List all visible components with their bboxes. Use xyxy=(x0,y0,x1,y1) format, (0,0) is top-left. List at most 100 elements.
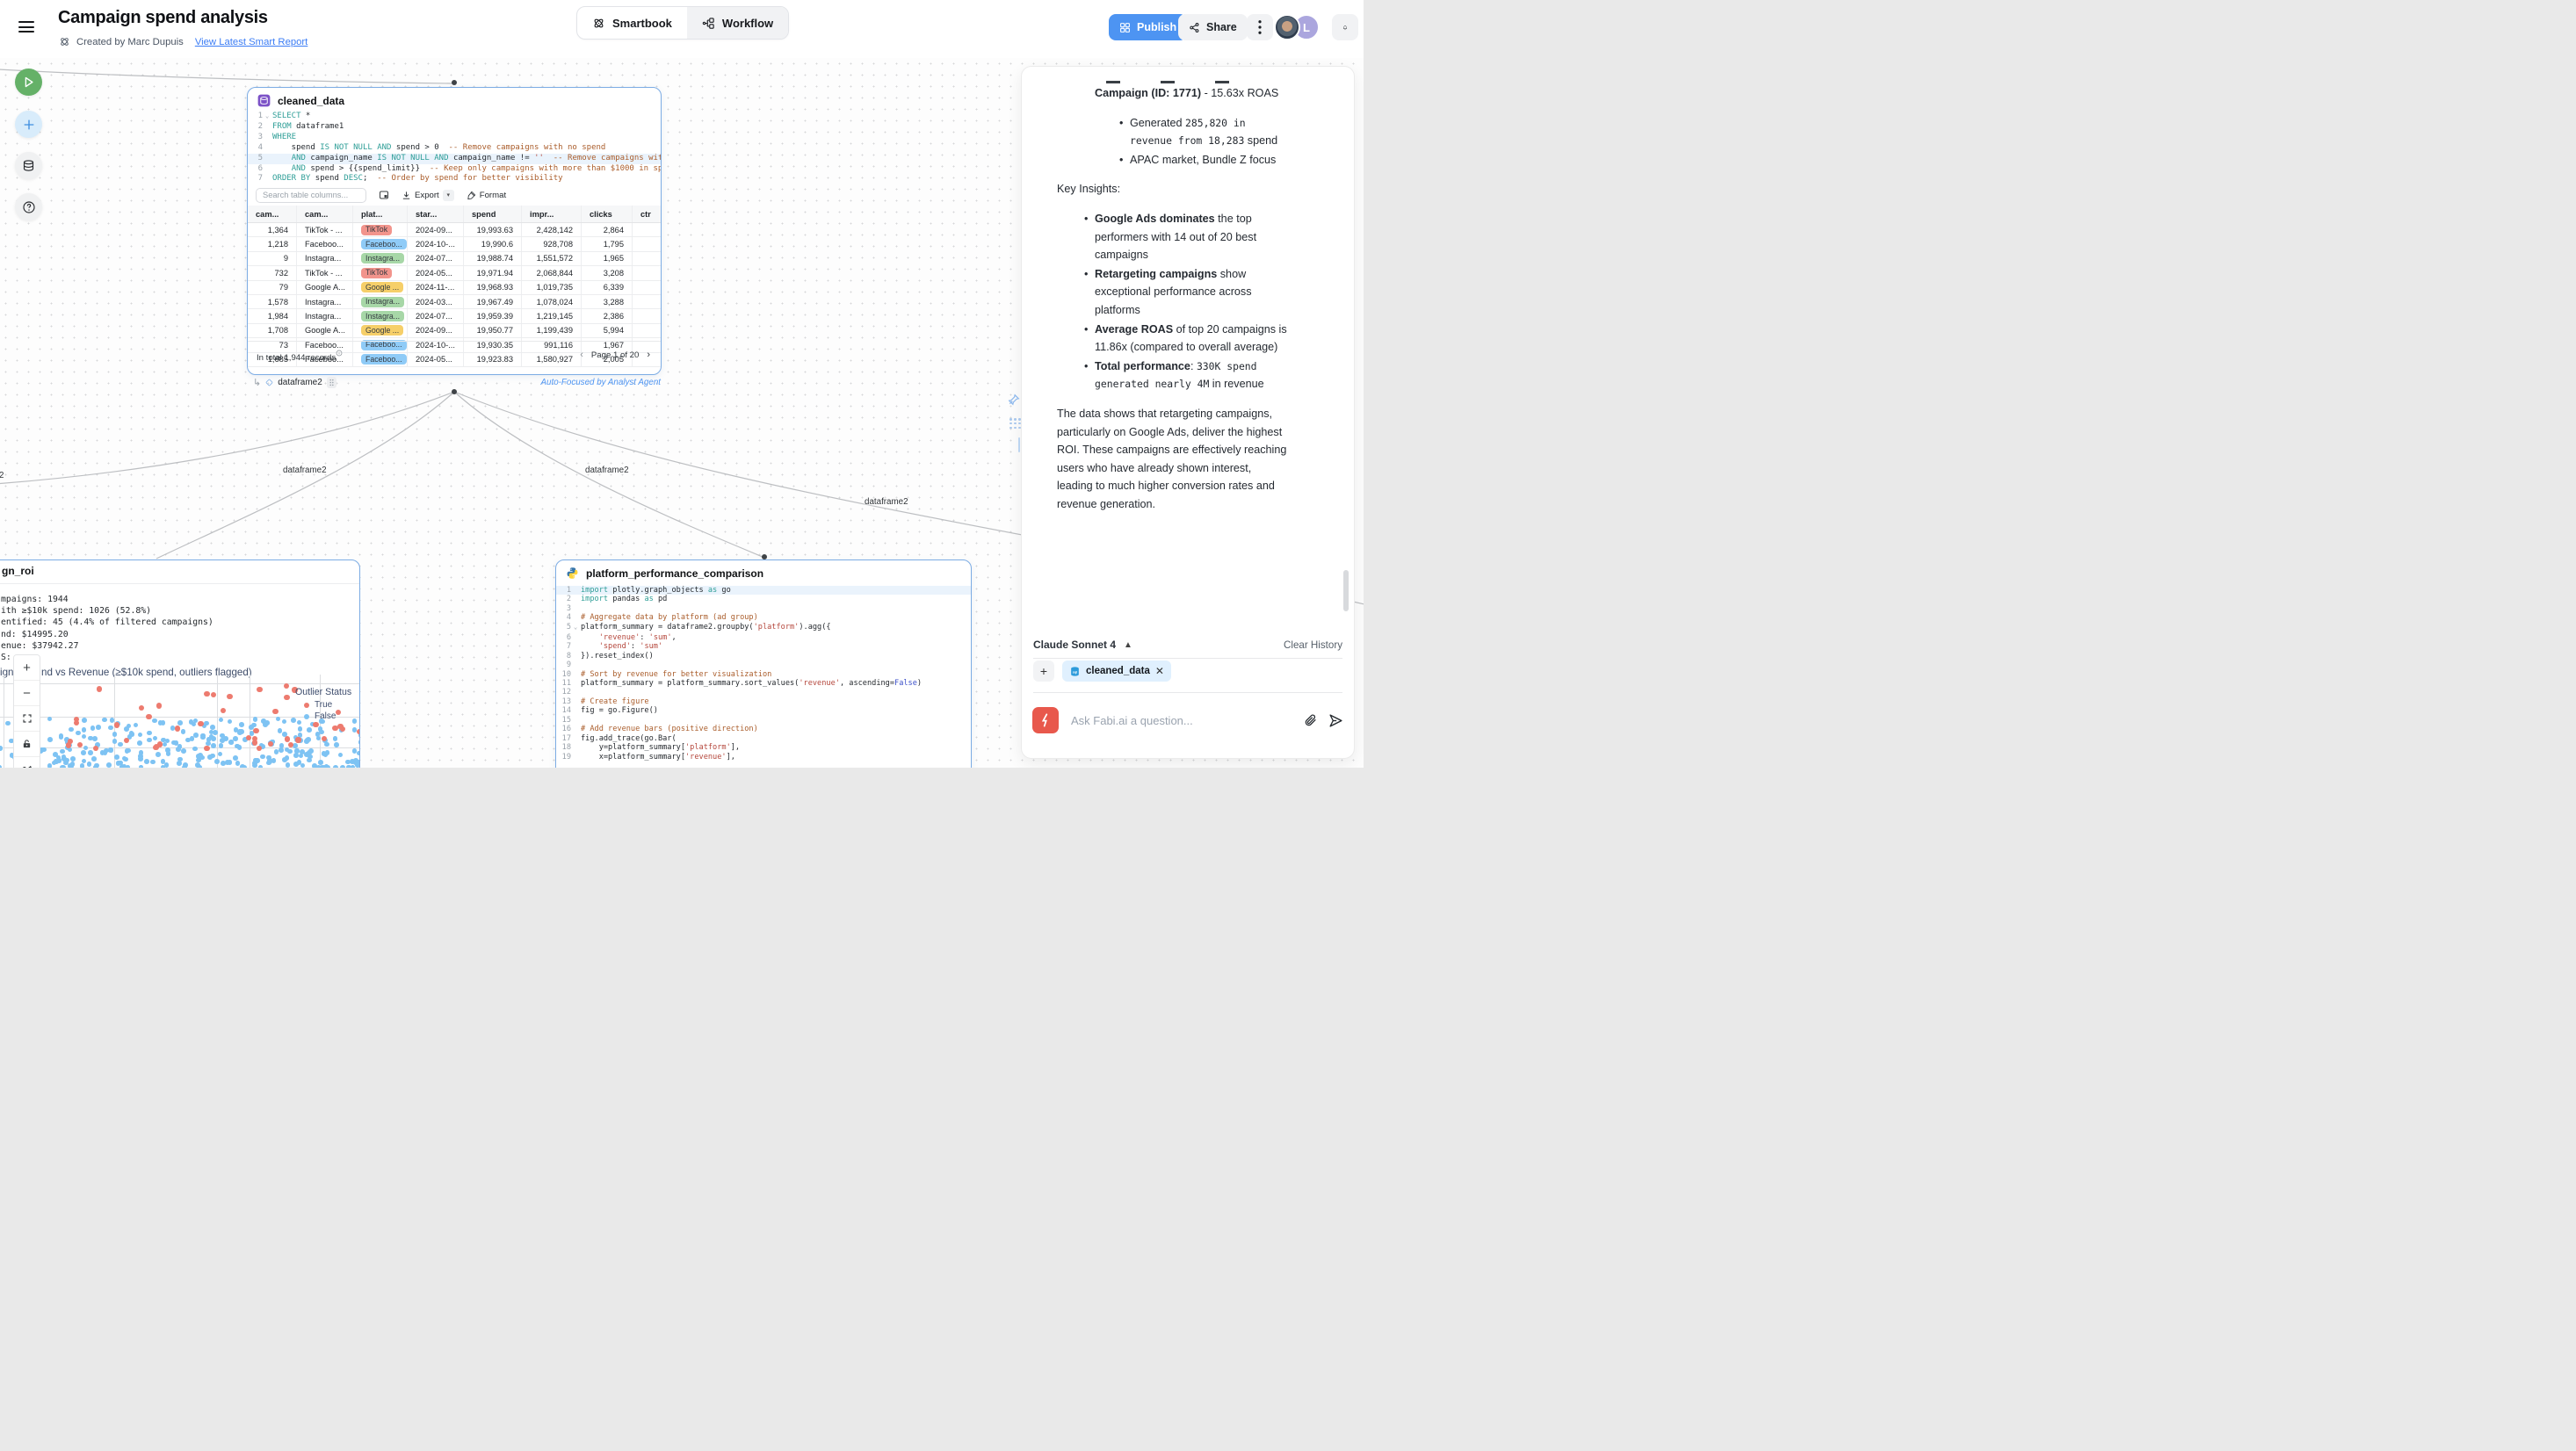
code-line[interactable]: 7ORDER BY spend DESC; -- Order by spend … xyxy=(248,174,662,184)
sql-code-editor[interactable]: 1⌄SELECT *2FROM dataframe13WHERE4 spend … xyxy=(248,112,662,184)
code-line[interactable]: 17fig.add_trace(go.Bar( xyxy=(556,734,972,743)
model-selector[interactable]: Claude Sonnet 4 ▲ xyxy=(1033,639,1132,651)
dataframe-output-chip[interactable]: ↳ dataframe2 xyxy=(253,377,336,388)
tab-smartbook[interactable]: Smartbook xyxy=(577,7,687,39)
code-line[interactable]: 5 AND campaign_name IS NOT NULL AND camp… xyxy=(248,154,662,164)
pin-panel-icon[interactable] xyxy=(1008,393,1020,410)
scatter-point-false xyxy=(76,731,81,736)
edge-label: dataframe2 xyxy=(865,497,908,507)
dataframe-chip-handle[interactable] xyxy=(327,377,336,388)
context-chip-cleaned-data[interactable]: sql cleaned_data ✕ xyxy=(1062,661,1171,682)
help-button[interactable] xyxy=(15,193,42,220)
assistant-message-scroll[interactable]: Campaign (ID: 1771) - 15.63x ROASGenerat… xyxy=(1022,67,1354,629)
panel-resize-handle[interactable] xyxy=(1018,437,1020,452)
edge-label: dataframe2 xyxy=(283,466,327,475)
code-line[interactable]: 3WHERE xyxy=(248,133,662,143)
table-cell: 1,078,024 xyxy=(522,295,582,308)
zoom-in-button[interactable]: + xyxy=(14,655,40,681)
code-line[interactable]: 9 xyxy=(556,661,972,669)
drag-dots-icon xyxy=(329,379,335,386)
column-header[interactable]: spend xyxy=(464,206,522,222)
code-line[interactable]: 6 'revenue': 'sum', xyxy=(556,633,972,642)
sql-table-icon: sql xyxy=(1069,666,1081,677)
view-latest-smart-report-link[interactable]: View Latest Smart Report xyxy=(195,37,308,47)
code-line[interactable]: 15 xyxy=(556,716,972,725)
python-node-header[interactable]: platform_performance_comparison xyxy=(556,560,971,583)
code-line[interactable]: 2FROM dataframe1 xyxy=(248,122,662,133)
column-header[interactable]: star... xyxy=(408,206,464,222)
menu-button[interactable] xyxy=(18,21,34,33)
mode-toggle: Smartbook Workflow xyxy=(576,6,789,40)
scatter-point-false xyxy=(69,727,74,733)
scatter-point-false xyxy=(204,721,209,726)
column-header[interactable]: ctr xyxy=(633,206,662,222)
export-options-chevron[interactable]: ▾ xyxy=(443,190,454,201)
remove-context-icon[interactable]: ✕ xyxy=(1155,665,1164,677)
code-line[interactable]: 14fig = go.Figure() xyxy=(556,706,972,715)
share-button[interactable]: Share xyxy=(1178,14,1248,40)
scatter-point-true xyxy=(175,726,180,731)
zoom-out-button[interactable]: − xyxy=(14,681,40,706)
attach-file-button[interactable] xyxy=(1304,713,1318,727)
python-code-editor[interactable]: 1import plotly.graph_objects as go2impor… xyxy=(556,586,972,762)
message-bullet: Google Ads dominates the top performers … xyxy=(1084,210,1289,264)
node-output-anchor[interactable] xyxy=(452,389,457,394)
table-cell: Instagra... xyxy=(297,252,353,265)
column-header[interactable]: clicks xyxy=(582,206,633,222)
export-button[interactable]: Export ▾ xyxy=(402,190,454,201)
column-header[interactable]: cam... xyxy=(248,206,297,222)
clear-history-button[interactable]: Clear History xyxy=(1284,639,1342,651)
code-line[interactable]: 6 AND spend > {{spend_limit}} -- Keep on… xyxy=(248,164,662,175)
add-context-button[interactable]: + xyxy=(1033,661,1054,682)
panel-drag-handle[interactable] xyxy=(1009,417,1022,430)
code-line[interactable]: 4# Aggregate data by platform (ad group) xyxy=(556,613,972,622)
code-line[interactable]: 10# Sort by revenue for better visualiza… xyxy=(556,670,972,679)
format-button[interactable]: Format xyxy=(467,191,506,200)
code-line[interactable]: 7 'spend': 'sum' xyxy=(556,642,972,651)
node-input-anchor[interactable] xyxy=(452,80,457,85)
toggle-columns-panel-button[interactable] xyxy=(379,190,389,200)
scatter-point-false xyxy=(182,765,187,768)
send-button[interactable] xyxy=(1328,713,1343,728)
python-node-input-anchor[interactable] xyxy=(762,554,767,559)
more-options-button[interactable] xyxy=(1247,14,1273,40)
legend-item-true[interactable]: True xyxy=(295,699,351,711)
sql-node-cleaned-data[interactable]: cleaned_data 1⌄SELECT *2FROM dataframe13… xyxy=(247,87,662,375)
search-table-columns-input[interactable] xyxy=(256,188,366,203)
legend-item-false[interactable]: False xyxy=(295,711,351,722)
code-line[interactable]: 1import plotly.graph_objects as go xyxy=(556,586,972,595)
smartbook-atom-icon xyxy=(592,17,605,30)
prev-page-button[interactable]: ‹ xyxy=(580,350,583,360)
code-line[interactable]: 5⌄platform_summary = dataframe2.groupby(… xyxy=(556,623,972,633)
code-line[interactable]: 11platform_summary = platform_summary.so… xyxy=(556,679,972,688)
code-line[interactable]: 19 x=platform_summary['revenue'], xyxy=(556,753,972,762)
code-line[interactable]: 18 y=platform_summary['platform'], xyxy=(556,743,972,752)
code-line[interactable]: 3 xyxy=(556,604,972,613)
publish-button[interactable]: Publish xyxy=(1109,14,1187,40)
column-header[interactable]: cam... xyxy=(297,206,353,222)
column-header[interactable]: impr... xyxy=(522,206,582,222)
code-line[interactable]: 4 spend IS NOT NULL AND spend > 0 -- Rem… xyxy=(248,143,662,154)
scrollbar-thumb[interactable] xyxy=(1343,570,1349,611)
python-node-platform-performance[interactable]: platform_performance_comparison 1import … xyxy=(555,559,972,768)
avatar-user-photo[interactable] xyxy=(1274,14,1300,40)
data-sources-button[interactable] xyxy=(15,152,42,179)
column-header[interactable]: plat... xyxy=(353,206,408,222)
tab-workflow[interactable]: Workflow xyxy=(687,7,788,39)
next-page-button[interactable]: › xyxy=(647,350,650,360)
axes-lock-button[interactable] xyxy=(14,732,40,757)
code-line[interactable]: 1⌄SELECT * xyxy=(248,112,662,122)
shuffle-button[interactable] xyxy=(14,757,40,768)
code-line[interactable]: 8}).reset_index() xyxy=(556,652,972,661)
table-cell: 928,708 xyxy=(522,237,582,250)
code-line[interactable]: 16# Add revenue bars (positive direction… xyxy=(556,725,972,733)
code-line[interactable]: 12 xyxy=(556,688,972,697)
run-workflow-button[interactable] xyxy=(15,69,42,96)
notifications-button[interactable] xyxy=(1332,14,1358,40)
ask-question-input[interactable] xyxy=(1069,713,1293,728)
autoscale-button[interactable] xyxy=(14,706,40,732)
add-node-button[interactable] xyxy=(15,111,42,138)
sql-node-header[interactable]: cleaned_data xyxy=(248,88,661,111)
code-line[interactable]: 2import pandas as pd xyxy=(556,595,972,603)
code-line[interactable]: 13# Create figure xyxy=(556,697,972,706)
